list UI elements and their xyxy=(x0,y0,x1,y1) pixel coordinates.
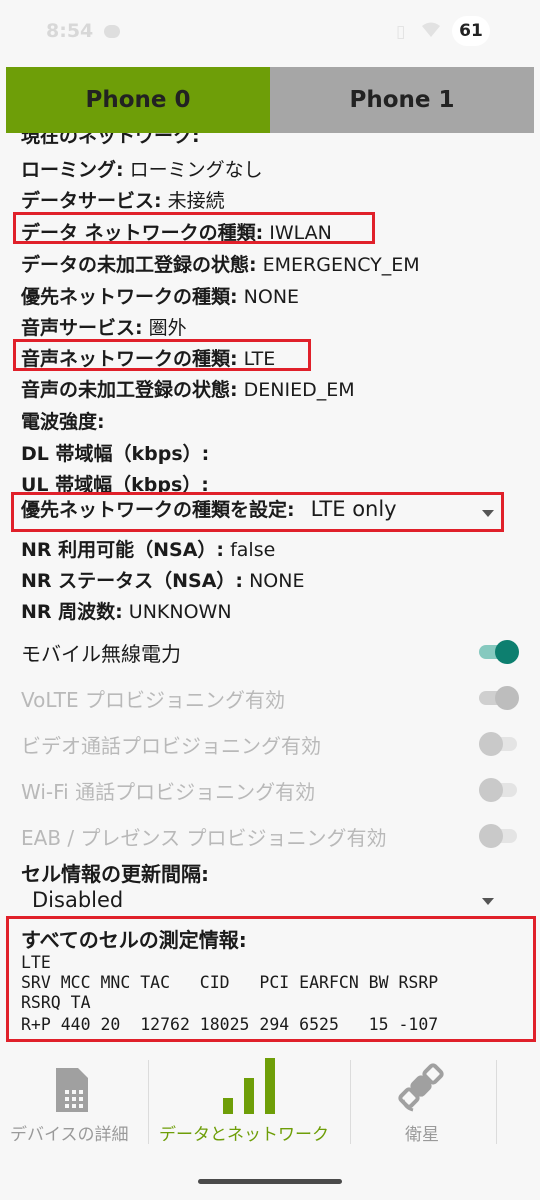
info-label: データの未加工登録の状態: xyxy=(21,254,257,276)
toggle-mobile-radio-power[interactable]: モバイル無線電力 xyxy=(21,632,519,672)
info-preferred-network-type: 優先ネットワークの種類: NONE xyxy=(21,282,299,309)
bottom-navigation: デバイスの詳細 データとネットワーク 衛星 xyxy=(0,1052,540,1200)
nav-label: 衛星 xyxy=(405,1125,439,1145)
phone-tabs: Phone 0 Phone 1 xyxy=(6,67,534,133)
wifi-call-provisioning-switch xyxy=(479,778,517,802)
highlight-voice-network-type xyxy=(13,339,311,371)
nav-label: デバイスの詳細 xyxy=(10,1125,129,1145)
toggle-label: EAB / プレゼンス プロビジョニング有効 xyxy=(21,825,387,850)
battery-indicator: 61 xyxy=(452,16,490,46)
highlight-data-network-type xyxy=(13,212,375,244)
info-nr-status: NR ステータス（NSA）: NONE xyxy=(21,566,304,593)
vibrate-icon: ▯ xyxy=(396,22,406,42)
info-label: データサービス: xyxy=(21,190,162,212)
preferred-network-label: 優先ネットワークの種類を設定: xyxy=(21,499,295,521)
info-label: DL 帯域幅（kbps）: xyxy=(21,443,210,465)
info-value: UNKNOWN xyxy=(128,601,232,623)
tab-phone-0[interactable]: Phone 0 xyxy=(6,67,270,133)
toggle-volte-provisioning: VoLTE プロビジョニング有効 xyxy=(21,678,519,718)
info-roaming: ローミング: ローミングなし xyxy=(21,155,263,182)
info-label: ローミング: xyxy=(21,159,124,181)
info-nr-frequency: NR 周波数: UNKNOWN xyxy=(21,597,232,624)
toggle-wifi-call-provisioning: Wi-Fi 通話プロビジョニング有効 xyxy=(21,770,519,810)
info-value: EMERGENCY_EM xyxy=(262,254,420,276)
nav-label: データとネットワーク xyxy=(159,1125,329,1145)
cell-info-line: LTE xyxy=(21,953,51,972)
video-call-provisioning-switch xyxy=(479,732,517,756)
info-value: 圏外 xyxy=(148,317,187,339)
info-voice-service: 音声サービス: 圏外 xyxy=(21,313,187,340)
preferred-network-dropdown[interactable]: 優先ネットワークの種類を設定: LTE only xyxy=(21,495,397,522)
mobile-radio-power-switch[interactable] xyxy=(479,640,519,664)
cell-info-line: RSRQ TA xyxy=(21,993,91,1012)
info-label: NR 利用可能（NSA）: xyxy=(21,539,225,561)
nav-satellite[interactable]: 衛星 xyxy=(351,1052,495,1152)
cell-info-title: すべてのセルの測定情報: xyxy=(21,928,247,952)
cell-info-line: SRV MCC MNC TAC CID PCI EARFCN BW RSRP xyxy=(21,973,439,992)
satellite-icon xyxy=(398,1063,444,1112)
toggle-video-call-provisioning: ビデオ通話プロビジョニング有効 xyxy=(21,724,519,764)
info-value: NONE xyxy=(249,570,305,592)
info-label: 優先ネットワークの種類: xyxy=(21,286,238,308)
cell-refresh-label: セル情報の更新間隔: xyxy=(21,862,209,886)
toggle-label: Wi-Fi 通話プロビジョニング有効 xyxy=(21,779,316,804)
info-label: 音声サービス: xyxy=(21,317,143,339)
sim-card-icon xyxy=(56,1068,88,1112)
info-data-raw-registration: データの未加工登録の状態: EMERGENCY_EM xyxy=(21,250,420,277)
info-label: NR ステータス（NSA）: xyxy=(21,570,244,592)
info-data-service: データサービス: 未接続 xyxy=(21,186,225,213)
info-label: NR 周波数: xyxy=(21,601,123,623)
dropdown-arrow-icon[interactable] xyxy=(482,898,494,905)
status-bar: 8:54 ▯ 61 xyxy=(0,0,540,62)
info-value: DENIED_EM xyxy=(243,379,355,401)
info-value: ローミングなし xyxy=(129,159,263,181)
nav-data-and-network[interactable]: データとネットワーク xyxy=(149,1052,349,1152)
signal-bars-icon xyxy=(223,1058,275,1114)
info-voice-raw-registration: 音声の未加工登録の状態: DENIED_EM xyxy=(21,375,355,402)
eab-presence-provisioning-switch xyxy=(479,824,517,848)
info-value: NONE xyxy=(243,286,300,308)
volte-provisioning-switch xyxy=(479,686,519,710)
tab-phone-1[interactable]: Phone 1 xyxy=(270,67,534,133)
info-label: 電波強度: xyxy=(21,411,105,433)
wifi-icon xyxy=(422,22,440,37)
info-signal-strength: 電波強度: xyxy=(21,407,105,434)
info-value: 未接続 xyxy=(167,190,225,212)
status-time: 8:54 xyxy=(46,20,94,42)
info-dl-bandwidth: DL 帯域幅（kbps）: xyxy=(21,439,209,466)
toggle-label: VoLTE プロビジョニング有効 xyxy=(21,687,285,712)
notification-icon xyxy=(104,25,120,38)
info-label: 音声の未加工登録の状態: xyxy=(21,379,238,401)
home-indicator[interactable] xyxy=(198,1179,342,1184)
dropdown-arrow-icon[interactable] xyxy=(482,510,494,517)
toggle-label: ビデオ通話プロビジョニング有効 xyxy=(21,733,321,758)
info-value: false xyxy=(230,539,276,561)
current-network-line: 現在のネットワーク: xyxy=(21,133,281,145)
nav-divider xyxy=(496,1060,497,1144)
toggle-label: モバイル無線電力 xyxy=(21,641,181,666)
cell-refresh-dropdown[interactable]: Disabled xyxy=(32,888,123,912)
nav-device-details[interactable]: デバイスの詳細 xyxy=(0,1052,148,1152)
info-nr-available: NR 利用可能（NSA）: false xyxy=(21,535,275,562)
toggle-eab-presence-provisioning: EAB / プレゼンス プロビジョニング有効 xyxy=(21,816,519,856)
preferred-network-value: LTE only xyxy=(310,496,397,521)
current-network-label: 現在のネットワーク: xyxy=(21,133,200,145)
cell-info-line: R+P 440 20 12762 18025 294 6525 15 -107 xyxy=(21,1015,439,1034)
